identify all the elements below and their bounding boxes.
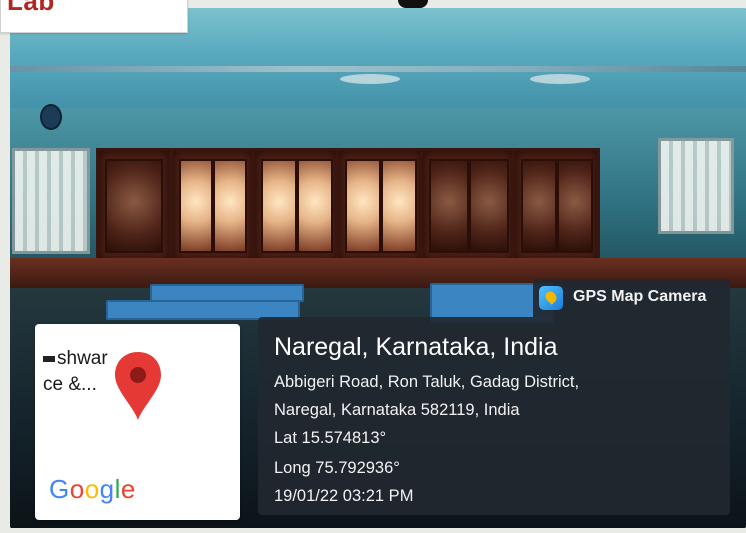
google-logo-letter: o [84, 474, 100, 504]
map-place-line-2: ce &... [43, 374, 97, 395]
map-thumbnail[interactable]: shwar ce &... Google [35, 324, 240, 520]
cabinet-glass [261, 159, 297, 253]
cabinet-glass [345, 159, 381, 253]
cabinet [170, 148, 256, 264]
timestamp: 19/01/22 03:21 PM [274, 487, 414, 505]
window-left [12, 148, 90, 254]
cabinet [512, 148, 600, 264]
google-logo-letter: g [99, 474, 115, 504]
location-title: Naregal, Karnataka, India [274, 333, 558, 361]
cabinet [420, 148, 516, 264]
cabinet-glass [521, 159, 557, 253]
google-logo-text: Google [49, 474, 136, 504]
cabinet-glass [469, 159, 509, 253]
wall-clock [40, 104, 62, 130]
cabinet [96, 148, 172, 264]
gps-badge-label: GPS Map Camera [573, 288, 707, 305]
cabinet [336, 148, 424, 264]
google-logo-letter: e [120, 474, 136, 504]
google-logo-letter: G [49, 474, 70, 504]
window-right [658, 138, 734, 234]
lens-notch [398, 0, 428, 8]
google-logo-letter: o [69, 474, 85, 504]
cabinet [252, 148, 340, 264]
latitude: Lat 15.574813° [274, 429, 387, 447]
ceiling-fan [530, 74, 590, 84]
address-line-1: Abbigeri Road, Ron Taluk, Gadag District… [274, 373, 580, 391]
ceiling-fan [340, 74, 400, 84]
cabinet-glass [179, 159, 213, 253]
ceiling-beam [10, 66, 746, 72]
map-place-line-1: shwar [57, 348, 108, 369]
gps-map-camera-badge: GPS Map Camera [533, 279, 730, 317]
cabinet-glass [297, 159, 333, 253]
address-line-2: Naregal, Karnataka 582119, India [274, 401, 520, 419]
google-logo: Google [49, 474, 136, 505]
location-info-card: Naregal, Karnataka, India Abbigeri Road,… [258, 317, 730, 515]
cabinet-glass [105, 159, 163, 253]
gps-map-camera-icon [539, 286, 563, 310]
cabinet-glass [429, 159, 469, 253]
redacted-bar [43, 355, 55, 362]
cabinet-glass [381, 159, 417, 253]
longitude: Long 75.792936° [274, 459, 400, 477]
cabinet-glass [213, 159, 247, 253]
label-tag-text: Lab [7, 0, 55, 16]
map-pin-icon [115, 352, 161, 420]
location-label-tag: Lab [0, 0, 188, 33]
cabinet-glass [557, 159, 593, 253]
map-place-name: shwar ce &... [43, 346, 108, 398]
